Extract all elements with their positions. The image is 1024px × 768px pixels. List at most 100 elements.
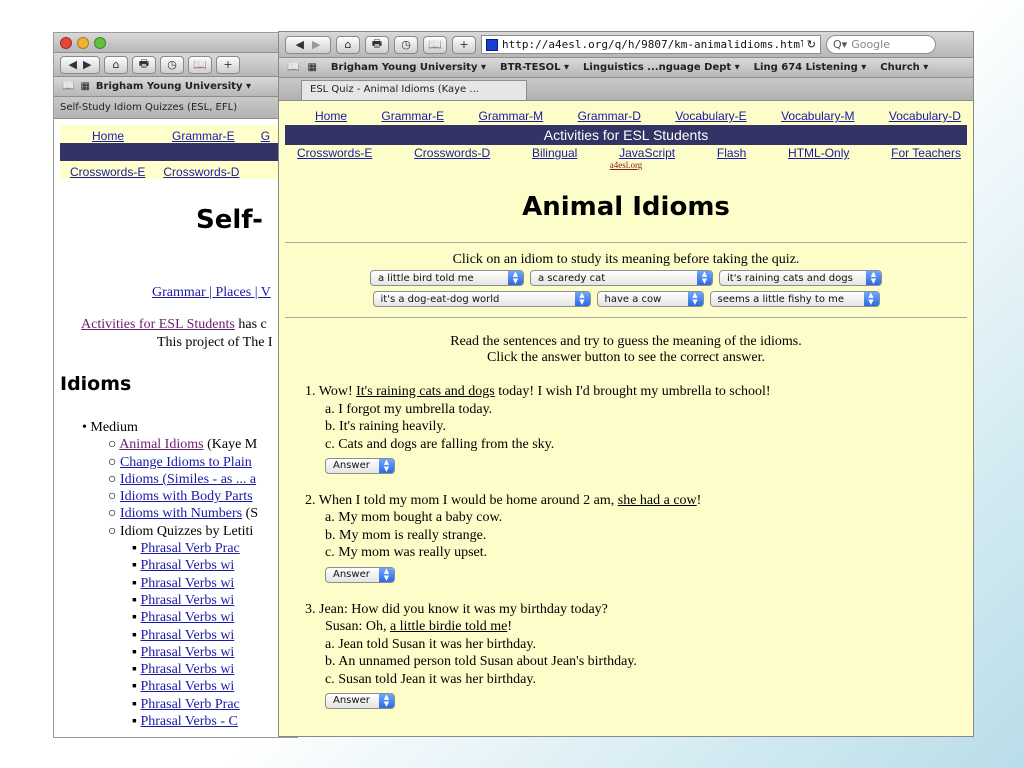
nav-javascript-link[interactable]: JavaScript [619, 146, 675, 160]
nav-vocabulary-e-link[interactable]: Vocabulary-E [675, 109, 746, 123]
bookmarks-icon[interactable]: 📖 [188, 55, 212, 74]
minimize-window-icon[interactable] [77, 36, 89, 49]
phrasal-verb-sublist: ▪ Phrasal Verb Prac ▪ Phrasal Verbs wi ▪ P… [132, 540, 258, 730]
phrasal-verb-link[interactable]: Phrasal Verbs - C [140, 714, 237, 729]
nav-home-link[interactable]: Home [315, 109, 347, 123]
question-text: ! [507, 619, 513, 634]
idiom-quiz-link[interactable]: Animal Idioms [119, 437, 203, 452]
idiom-menu-scaredy-cat[interactable]: a scaredy cat ▲ ▼ [530, 270, 713, 286]
nav-html-only-link[interactable]: HTML-Only [788, 146, 849, 160]
nav-crosswords-e-link[interactable]: Crosswords-E [70, 165, 145, 179]
book-icon[interactable]: 📖 [287, 62, 299, 73]
idiom-menu-bird[interactable]: a little bird told me ▲ ▼ [370, 270, 524, 286]
idiom-menu-fishy[interactable]: seems a little fishy to me ▲ ▼ [709, 291, 880, 307]
answer-button[interactable]: Answer ▲ ▼ [325, 457, 395, 474]
back-window-titlebar [54, 33, 297, 53]
front-window-toolbar: ◀ ▶ ⌂ 🖶 ◷ 📖 + http://a4esl.org/q/h/9807/… [279, 32, 973, 58]
idiom-quiz-link[interactable]: Idioms with Numbers [120, 506, 242, 521]
print-icon[interactable]: 🖶 [132, 55, 156, 74]
site-nav-bottom: Crosswords-E Crosswords-D Bilingual Java… [279, 146, 973, 160]
zoom-window-icon[interactable] [94, 36, 106, 49]
back-button[interactable]: ◀ ▶ [285, 35, 331, 54]
popup-arrows-icon: ▲ ▼ [508, 271, 523, 285]
phrasal-verb-link[interactable]: Phrasal Verb Prac [140, 541, 239, 556]
bookmark-btr-tesol[interactable]: BTR-TESOL ▾ [500, 62, 569, 73]
forward-arrow-icon: ▶ [312, 38, 321, 51]
bookmark-ling-674[interactable]: Ling 674 Listening ▾ [754, 62, 867, 73]
address-bar[interactable]: http://a4esl.org/q/h/9807/km-animalidiom… [481, 35, 821, 54]
back-window-tab[interactable]: Self-Study Idiom Quizzes (ESL, EFL) [54, 97, 297, 119]
phrasal-verb-link[interactable]: Phrasal Verbs wi [140, 679, 234, 694]
nav-grammar-e-link[interactable]: Grammar-E [172, 129, 235, 143]
close-window-icon[interactable] [60, 36, 72, 49]
back-button[interactable]: ◀ ▶ [60, 55, 100, 74]
bookmark-byu[interactable]: Brigham Young University ▾ [331, 62, 486, 73]
phrasal-verb-link[interactable]: Phrasal Verbs wi [140, 593, 234, 608]
nav-g-link[interactable]: G [261, 129, 270, 143]
phrasal-verb-link[interactable]: Phrasal Verbs wi [140, 610, 234, 625]
activities-link[interactable]: Activities for ESL Students [81, 317, 235, 332]
nav-vocabulary-m-link[interactable]: Vocabulary-M [781, 109, 854, 123]
bullet-icon: ○ [108, 506, 120, 522]
popup-arrows-icon: ▲ ▼ [687, 292, 703, 306]
idiom-menu-have-a-cow[interactable]: have a cow ▲ ▼ [596, 291, 704, 307]
question-idiom: a little birdie told me [389, 619, 508, 634]
nav-grammar-e-link[interactable]: Grammar-E [381, 109, 444, 123]
search-input[interactable]: Q▾ Google [826, 35, 936, 54]
answer-label: Answer [333, 568, 370, 580]
nav-crosswords-d-link[interactable]: Crosswords-D [163, 165, 239, 179]
popup-arrows-icon: ▲ ▼ [574, 292, 590, 306]
grammar-places-links[interactable]: Grammar | Places | V [152, 285, 271, 300]
bookmark-linguistics[interactable]: Linguistics ...nguage Dept ▾ [583, 62, 740, 73]
phrasal-verb-link[interactable]: Phrasal Verbs wi [140, 662, 234, 677]
history-icon[interactable]: ◷ [160, 55, 184, 74]
nav-flash-link[interactable]: Flash [717, 146, 746, 160]
idiom-menu-value: a little bird told me [378, 272, 474, 284]
read-instruction-1: Read the sentences and try to guess the … [450, 334, 802, 349]
home-icon[interactable]: ⌂ [104, 55, 128, 74]
bookmark-byu[interactable]: Brigham Young University ▾ [96, 81, 251, 92]
reload-icon[interactable]: ↻ [807, 38, 816, 51]
nav-crosswords-d-link[interactable]: Crosswords-D [414, 146, 490, 160]
idiom-quiz-link[interactable]: Change Idioms to Plain [120, 455, 252, 470]
grid-icon[interactable]: ▦ [307, 62, 316, 73]
nav-vocabulary-d-link[interactable]: Vocabulary-D [889, 109, 961, 123]
back-window-toolbar: ◀ ▶ ⌂ 🖶 ◷ 📖 + [54, 53, 297, 77]
idiom-menu-dog-eat-dog[interactable]: it's a dog-eat-dog world ▲ ▼ [372, 291, 591, 307]
bullet-icon: ○ [108, 471, 120, 487]
bullet-icon: ○ [108, 437, 120, 453]
book-icon[interactable]: 📖 [62, 81, 74, 92]
history-icon[interactable]: ◷ [394, 35, 418, 54]
add-bookmark-icon[interactable]: + [216, 55, 240, 74]
idiom-menu-raining[interactable]: it's raining cats and dogs ▲ ▼ [719, 270, 882, 286]
add-bookmark-icon[interactable]: + [452, 35, 476, 54]
foreground-browser-window[interactable]: ◀ ▶ ⌂ 🖶 ◷ 📖 + http://a4esl.org/q/h/9807/… [278, 31, 974, 737]
option-c: c. Cats and dogs are falling from the sk… [325, 436, 555, 452]
phrasal-verb-link[interactable]: Phrasal Verbs wi [140, 576, 234, 591]
nav-grammar-d-link[interactable]: Grammar-D [578, 109, 641, 123]
list-item: ▪ Phrasal Verbs wi [132, 661, 258, 678]
print-icon[interactable]: 🖶 [365, 35, 389, 54]
bookmarks-icon[interactable]: 📖 [423, 35, 447, 54]
answer-button[interactable]: Answer ▲ ▼ [325, 692, 395, 709]
phrasal-verb-link[interactable]: Phrasal Verbs wi [140, 558, 234, 573]
phrasal-verb-link[interactable]: Phrasal Verbs wi [140, 628, 234, 643]
background-browser-window[interactable]: ◀ ▶ ⌂ 🖶 ◷ 📖 + 📖 ▦ Brigham Young Universi… [53, 32, 298, 738]
idiom-quiz-link[interactable]: Idioms (Similes - as ... a [120, 472, 256, 487]
popup-arrows-icon: ▲ ▼ [379, 567, 394, 582]
phrasal-verb-link[interactable]: Phrasal Verbs wi [140, 645, 234, 660]
grid-icon[interactable]: ▦ [80, 81, 89, 92]
bookmark-church[interactable]: Church ▾ [880, 62, 928, 73]
nav-grammar-m-link[interactable]: Grammar-M [479, 109, 544, 123]
tab-animal-idioms[interactable]: ESL Quiz - Animal Idioms (Kaye ... [301, 80, 527, 100]
nav-bilingual-link[interactable]: Bilingual [532, 146, 577, 160]
back-blue-band [60, 143, 297, 161]
home-icon[interactable]: ⌂ [336, 35, 360, 54]
nav-home-link[interactable]: Home [92, 129, 124, 143]
idiom-quiz-link[interactable]: Idioms with Body Parts [120, 489, 253, 504]
a4esl-credit-link[interactable]: a4esl.org [279, 160, 973, 170]
nav-for-teachers-link[interactable]: For Teachers [891, 146, 961, 160]
phrasal-verb-link[interactable]: Phrasal Verb Prac [140, 697, 239, 712]
answer-button[interactable]: Answer ▲ ▼ [325, 566, 395, 583]
nav-crosswords-e-link[interactable]: Crosswords-E [297, 146, 372, 160]
